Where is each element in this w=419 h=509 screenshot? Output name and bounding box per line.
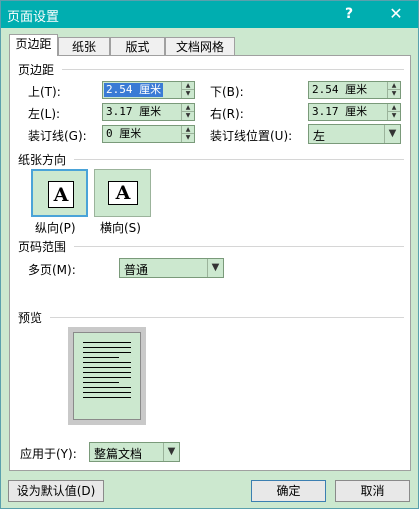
set-default-button[interactable]: 设为默认值(D) <box>8 480 104 502</box>
spin-up-icon[interactable]: ▲ <box>388 82 400 90</box>
spin-up-icon[interactable]: ▲ <box>182 82 194 90</box>
orientation-separator <box>74 159 404 160</box>
margins-panel: 页边距 上(T): 2.54 厘米 ▲ ▼ 下(B): 2.54 厘米 ▲ ▼ … <box>9 55 411 471</box>
gutter-value[interactable]: 0 厘米 <box>104 127 143 141</box>
chevron-down-icon[interactable]: ▼ <box>207 259 223 277</box>
spin-up-icon[interactable]: ▲ <box>182 104 194 112</box>
margins-separator <box>62 69 404 70</box>
spin-up-icon[interactable]: ▲ <box>182 126 194 134</box>
left-margin-value[interactable]: 3.17 厘米 <box>104 105 163 119</box>
apply-to-select[interactable]: 整篇文档 ▼ <box>89 442 180 462</box>
chevron-down-icon[interactable]: ▼ <box>384 125 400 143</box>
spin-down-icon[interactable]: ▼ <box>388 90 400 98</box>
orientation-section-label: 纸张方向 <box>18 153 67 167</box>
ok-button[interactable]: 确定 <box>251 480 326 502</box>
preview-page <box>73 332 141 420</box>
bottom-margin-label: 下(B): <box>210 85 244 99</box>
title-bar: 页面设置 ? ✕ <box>1 1 418 28</box>
top-margin-label: 上(T): <box>28 85 61 99</box>
right-margin-label: 右(R): <box>210 107 244 121</box>
help-button[interactable]: ? <box>339 4 359 24</box>
apply-to-value: 整篇文档 <box>94 447 143 461</box>
gutter-position-label: 装订线位置(U): <box>210 129 293 143</box>
multiple-pages-value: 普通 <box>124 263 149 277</box>
tab-document-grid[interactable]: 文档网格 <box>165 37 235 56</box>
landscape-button[interactable]: A <box>94 169 151 217</box>
spin-down-icon[interactable]: ▼ <box>182 112 194 120</box>
spin-down-icon[interactable]: ▼ <box>182 90 194 98</box>
bottom-margin-value[interactable]: 2.54 厘米 <box>310 83 369 97</box>
margins-section-label: 页边距 <box>18 63 55 77</box>
tab-paper[interactable]: 纸张 <box>58 37 110 56</box>
spin-up-icon[interactable]: ▲ <box>388 104 400 112</box>
right-margin-value[interactable]: 3.17 厘米 <box>310 105 369 119</box>
spin-down-icon[interactable]: ▼ <box>388 112 400 120</box>
preview-section-label: 预览 <box>18 311 43 325</box>
pages-separator <box>74 246 404 247</box>
top-margin-spinner[interactable]: 2.54 厘米 ▲ ▼ <box>102 81 195 99</box>
right-margin-spinner[interactable]: 3.17 厘米 ▲ ▼ <box>308 103 401 121</box>
pages-section-label: 页码范围 <box>18 240 67 254</box>
bottom-margin-spinner[interactable]: 2.54 厘米 ▲ ▼ <box>308 81 401 99</box>
gutter-spinner[interactable]: 0 厘米 ▲ ▼ <box>102 125 195 143</box>
landscape-page-icon: A <box>108 181 138 205</box>
tab-layout[interactable]: 版式 <box>110 37 165 56</box>
portrait-page-icon: A <box>48 181 74 208</box>
top-margin-value[interactable]: 2.54 厘米 <box>104 83 164 97</box>
apply-to-label: 应用于(Y): <box>20 447 77 461</box>
portrait-button[interactable]: A <box>31 169 88 217</box>
dialog-title: 页面设置 <box>7 10 60 25</box>
landscape-label[interactable]: 横向(S) <box>100 219 141 236</box>
cancel-button[interactable]: 取消 <box>335 480 410 502</box>
page-preview <box>68 327 146 425</box>
gutter-position-select[interactable]: 左 ▼ <box>308 124 401 144</box>
spin-down-icon[interactable]: ▼ <box>182 134 194 142</box>
left-margin-label: 左(L): <box>28 107 61 121</box>
multiple-pages-select[interactable]: 普通 ▼ <box>119 258 224 278</box>
page-setup-dialog: 页面设置 ? ✕ 页边距 纸张 版式 文档网格 页边距 上(T): 2.54 厘… <box>0 0 419 509</box>
chevron-down-icon[interactable]: ▼ <box>163 443 179 461</box>
gutter-position-value: 左 <box>313 129 326 143</box>
tab-margins[interactable]: 页边距 <box>9 34 58 56</box>
portrait-label[interactable]: 纵向(P) <box>35 219 76 236</box>
gutter-label: 装订线(G): <box>28 129 87 143</box>
preview-separator <box>50 317 404 318</box>
left-margin-spinner[interactable]: 3.17 厘米 ▲ ▼ <box>102 103 195 121</box>
multiple-pages-label: 多页(M): <box>28 263 76 277</box>
close-button[interactable]: ✕ <box>384 4 408 24</box>
